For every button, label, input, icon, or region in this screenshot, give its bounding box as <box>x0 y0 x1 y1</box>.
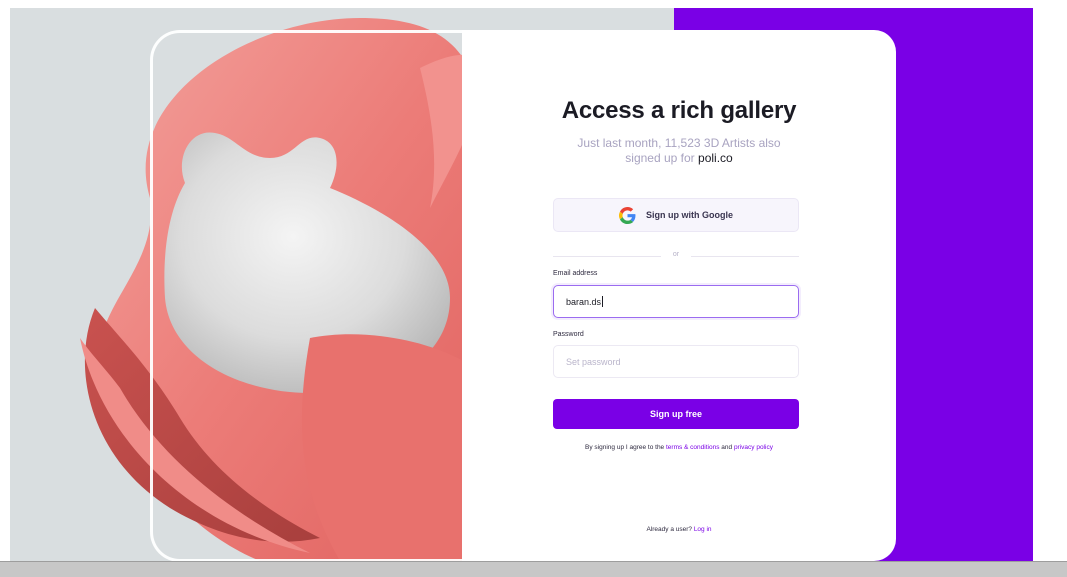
password-placeholder: Set password <box>566 356 621 367</box>
or-divider: or <box>553 251 799 261</box>
terms-prefix: By signing up I agree to the <box>585 444 665 451</box>
art-outline-frame <box>150 30 510 562</box>
login-link[interactable]: Log in <box>694 526 712 533</box>
email-label: Email address <box>553 270 598 277</box>
terms-conjunction: and <box>721 444 733 451</box>
password-field[interactable]: Set password <box>553 345 799 378</box>
google-icon <box>619 206 636 224</box>
email-field[interactable]: baran.ds <box>553 285 799 318</box>
subtitle-text: Just last month, 11,523 3D Artists also … <box>577 136 781 165</box>
signup-card: Access a rich gallery Just last month, 1… <box>462 30 896 561</box>
login-prefix: Already a user? <box>646 526 692 533</box>
password-label: Password <box>553 331 584 338</box>
text-caret <box>602 296 604 307</box>
bottom-scroll-area <box>0 561 1067 577</box>
email-value: baran.ds <box>566 296 602 307</box>
terms-link[interactable]: terms & conditions <box>666 444 719 451</box>
google-signup-button[interactable]: Sign up with Google <box>553 198 799 232</box>
privacy-link[interactable]: privacy policy <box>734 444 773 451</box>
terms-notice: By signing up I agree to the terms & con… <box>462 444 896 451</box>
page-subtitle: Just last month, 11,523 3D Artists also … <box>559 136 799 166</box>
divider-line-right <box>691 256 799 257</box>
bottom-divider <box>0 561 1067 562</box>
signup-submit-button[interactable]: Sign up free <box>553 399 799 429</box>
login-prompt: Already a user? Log in <box>462 526 896 533</box>
brand-name: poli.co <box>698 151 733 165</box>
google-signup-label: Sign up with Google <box>646 210 733 220</box>
page-title: Access a rich gallery <box>561 97 797 124</box>
